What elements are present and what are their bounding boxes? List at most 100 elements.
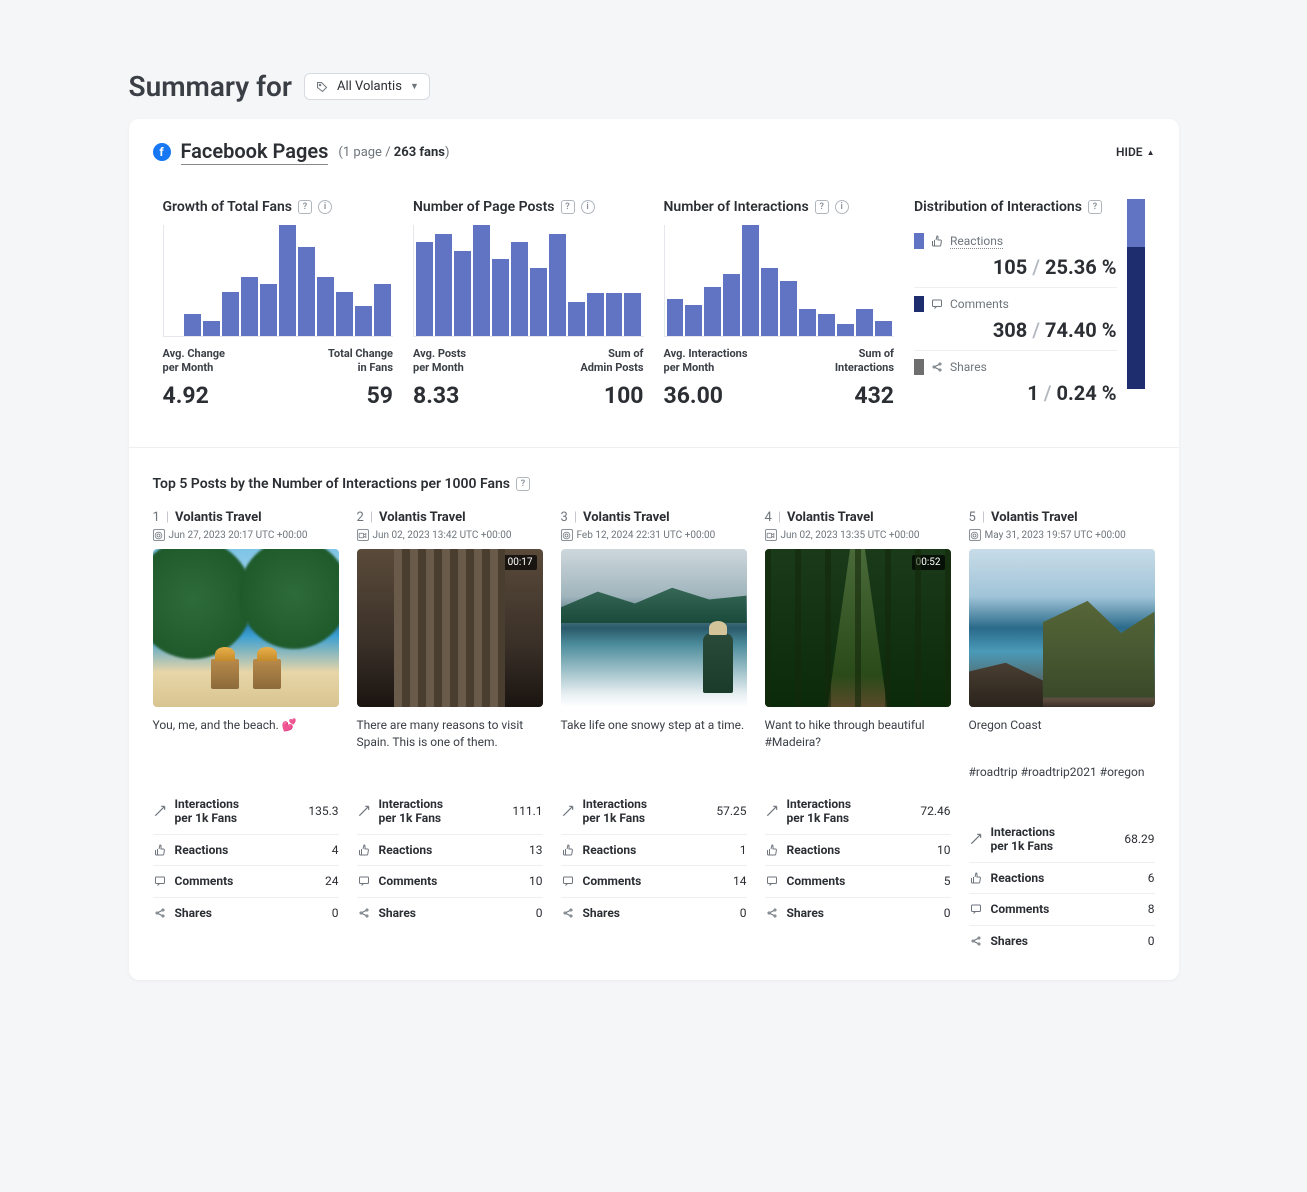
bar [875, 321, 892, 336]
post-card[interactable]: 3|Volantis Travel Feb 12, 2024 22:31 UTC… [561, 510, 747, 956]
bar [723, 274, 740, 336]
help-icon[interactable]: ? [561, 200, 575, 214]
arrow-icon [765, 804, 779, 818]
info-icon[interactable]: i [318, 200, 332, 214]
bar [530, 268, 547, 336]
help-icon[interactable]: ? [298, 200, 312, 214]
post-thumbnail[interactable] [153, 549, 339, 707]
bar [241, 277, 258, 336]
post-rank: 4 [765, 510, 772, 525]
stat-label: Reactions [991, 871, 1045, 885]
page-title: Summary for [129, 70, 292, 103]
info-icon[interactable]: i [835, 200, 849, 214]
bar [568, 302, 585, 336]
post-caption: There are many reasons to visit Spain. T… [357, 717, 543, 751]
comment-icon [930, 297, 944, 311]
stat-reactions: 1 [740, 843, 747, 857]
bar [492, 259, 509, 336]
stat-label: Comments [583, 874, 642, 888]
post-thumbnail[interactable] [561, 549, 747, 707]
video-icon [765, 529, 777, 541]
bar [587, 293, 604, 336]
stat-label: Comments [175, 874, 234, 888]
bar [279, 225, 296, 336]
help-icon[interactable]: ? [815, 200, 829, 214]
help-icon[interactable]: ? [1088, 200, 1102, 214]
dist-reactions: Reactions 105 / 25.36 % [914, 225, 1117, 288]
bar [704, 287, 721, 336]
share-icon [930, 360, 944, 374]
bars-growth [163, 225, 394, 337]
bar [667, 299, 684, 336]
share-icon [357, 906, 371, 920]
stat-label: Comments [787, 874, 846, 888]
like-icon [765, 843, 779, 857]
post-card[interactable]: 1|Volantis Travel Jun 27, 2023 20:17 UTC… [153, 510, 339, 956]
comment-icon [357, 874, 371, 888]
like-icon [561, 843, 575, 857]
bar [298, 247, 315, 336]
caret-up-icon: ▲ [1147, 148, 1155, 157]
help-icon[interactable]: ? [516, 477, 530, 491]
bar [203, 321, 220, 336]
comment-icon [153, 874, 167, 888]
dist-shares: Shares 1 / 0.24 % [914, 351, 1117, 413]
hide-button[interactable]: HIDE▲ [1116, 145, 1154, 159]
stat-shares: 0 [536, 906, 543, 920]
chart-posts: Number of Page Posts ? i Avg. Posts per … [403, 199, 654, 413]
stat-comments: 24 [325, 874, 339, 888]
panel-title[interactable]: Facebook Pages [181, 139, 329, 165]
video-duration: 00:17 [504, 555, 537, 570]
chevron-down-icon: ▼ [410, 81, 419, 92]
photo-icon [969, 529, 981, 541]
chart-distribution: Distribution of Interactions ? Reactions… [904, 199, 1155, 413]
post-date: Feb 12, 2024 22:31 UTC +00:00 [577, 530, 716, 541]
bar [454, 251, 471, 336]
swatch-comments [914, 296, 924, 312]
bar [799, 309, 816, 336]
stat-comments: 10 [529, 874, 543, 888]
share-icon [561, 906, 575, 920]
post-card[interactable]: 5|Volantis Travel May 31, 2023 19:57 UTC… [969, 510, 1155, 956]
bar [549, 234, 566, 336]
stat-ipk: 135.3 [308, 804, 338, 818]
stat-label: Shares [991, 934, 1028, 948]
share-icon [969, 934, 983, 948]
post-thumbnail[interactable]: 00:52 [765, 549, 951, 707]
post-date: Jun 02, 2023 13:35 UTC +00:00 [781, 530, 920, 541]
post-caption: Want to hike through beautiful #Madeira? [765, 717, 951, 751]
post-card[interactable]: 4|Volantis Travel Jun 02, 2023 13:35 UTC… [765, 510, 951, 956]
tag-icon [315, 80, 329, 94]
bar [317, 277, 334, 336]
post-thumbnail[interactable] [969, 549, 1155, 707]
post-rank: 2 [357, 510, 364, 525]
bar [260, 284, 277, 336]
stat-label: Shares [379, 906, 416, 920]
filter-selector[interactable]: All Volantis ▼ [304, 73, 430, 100]
post-source: Volantis Travel [991, 510, 1078, 525]
chart-growth: Growth of Total Fans ? i Avg. Change per… [153, 199, 404, 413]
like-icon [357, 843, 371, 857]
post-caption: Take life one snowy step at a time. [561, 717, 747, 751]
stat-shares: 0 [1148, 934, 1155, 948]
post-caption: Oregon Coast [969, 717, 1155, 751]
stat-label: Shares [787, 906, 824, 920]
stat-label: Reactions [379, 843, 433, 857]
stat-comments: 8 [1148, 902, 1155, 916]
filter-label: All Volantis [337, 79, 402, 94]
arrow-icon [153, 804, 167, 818]
facebook-icon: f [153, 143, 171, 161]
post-rank: 1 [153, 510, 160, 525]
dist-comments: Comments 308 / 74.40 % [914, 288, 1117, 351]
post-thumbnail[interactable]: 00:17 [357, 549, 543, 707]
bar [856, 309, 873, 336]
video-icon [357, 529, 369, 541]
post-card[interactable]: 2|Volantis Travel Jun 02, 2023 13:42 UTC… [357, 510, 543, 956]
stat-reactions: 6 [1148, 871, 1155, 885]
stat-shares: 0 [740, 906, 747, 920]
stat-label: Interactionsper 1k Fans [175, 797, 240, 826]
bar [222, 292, 239, 336]
photo-icon [153, 529, 165, 541]
info-icon[interactable]: i [581, 200, 595, 214]
post-rank: 5 [969, 510, 976, 525]
